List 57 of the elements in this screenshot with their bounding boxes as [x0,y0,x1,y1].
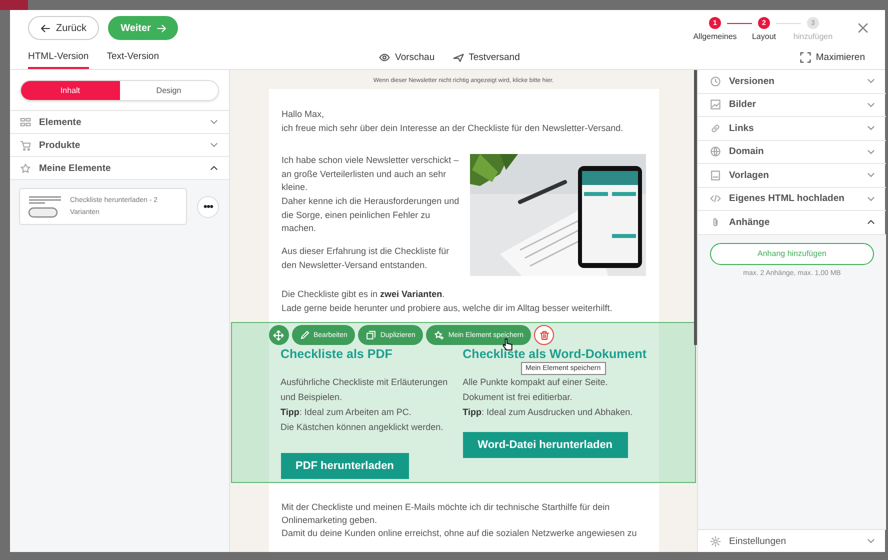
image-icon [710,99,721,110]
accordion-header[interactable]: Bilder [698,94,886,117]
segment-tab[interactable]: Inhalt [21,81,120,100]
paragraph: Mit der Checkliste und meinen E-Mails möchte ich dir technische Starthilfe für dein Onlinemarketing geben. Damit du deine Kunden online erreichst, ohne auf die sozialen Netzwerke angewiesen zu [282,501,638,540]
preview-button[interactable]: Vorschau [379,46,435,69]
accordion-header[interactable]: Elemente [10,111,229,134]
accordion-header[interactable]: Versionen [698,70,886,94]
delete-button[interactable] [534,325,554,346]
cart-icon [20,140,31,150]
accordion-header[interactable]: Domain [698,140,886,164]
accordion-header[interactable]: Produkte [10,134,229,157]
more-button[interactable] [197,196,219,218]
maximize-button[interactable]: Maximieren [800,46,865,69]
maximize-icon [800,52,811,63]
paragraph: Hallo Max, ich freue mich sehr über dein Interesse an der Checkliste für den Newsletter-Versand. [282,108,624,135]
tab[interactable]: HTML-Version [28,46,89,69]
copy-icon [366,330,376,340]
heading: Checkliste als PDF [280,347,392,362]
accordion-header[interactable]: Vorlagen [698,164,886,188]
document-icon [710,170,721,181]
move-button[interactable] [268,325,288,346]
segment-tab[interactable]: Design [120,81,218,100]
paragraph: Aus dieser Erfahrung ist die Checkliste für den Newsletter-Versand entstanden. [282,245,450,272]
trash-icon [538,330,550,341]
globe-icon [710,146,721,158]
accordion-header[interactable]: Links [698,117,886,140]
arrow-left-icon [40,22,51,34]
star-plus-icon [434,330,444,340]
scrollbar[interactable] [694,70,697,345]
test-send-button[interactable]: Testversand [452,46,520,69]
paragraph: Die Checkliste gibt es in zwei Varianten. Lade gerne beide herunter und probiere aus, welche dir im Alltag besser weiterhilft. [282,288,614,315]
accordion-header[interactable]: Eigenes HTML hochladen [698,188,886,211]
pencil-icon [300,330,310,340]
gear-icon [710,536,721,546]
heading: Checkliste als Word-Dokument [462,347,646,362]
back-button[interactable]: Zurück [28,16,99,40]
close-icon [856,21,870,35]
clock-icon [710,76,721,87]
star-icon [20,162,31,174]
paragraph: Ich habe schon viele Newsletter verschickt – an große Verteilerlisten und auch an sehr kleine. Daher kenne ich die Herausforderungen und die Sorge, einen peinlichen Fehler zu machen. [282,154,460,236]
step-label: hinzufügen [793,32,833,41]
grid-icon [20,116,31,128]
tab[interactable]: Text-Version [106,46,159,69]
app-logo [0,0,28,10]
paragraph: Ausführliche Checkliste mit Erläuterungen und Beispielen. Tipp: Ideal zum Arbeiten am PC. Die Kästchen können angeklickt werden. [280,376,449,434]
element-thumbnail-icon [28,194,62,218]
step-label: Allgemeines [693,32,737,41]
arrow-right-icon [156,22,167,34]
selected-block[interactable] [231,322,696,484]
accordion-header[interactable]: Einstellungen [698,530,886,552]
move-icon [273,330,284,341]
paper-plane-icon [452,52,464,63]
eye-icon [379,52,390,63]
link-icon [710,122,721,134]
step-label: Layout [752,32,776,41]
code-icon [710,193,721,204]
paragraph: Alle Punkte kompakt auf einer Seite. Dokument ist frei editierbar. Tipp: Ideal zum Ausdrucken und Abhaken. [462,376,633,420]
